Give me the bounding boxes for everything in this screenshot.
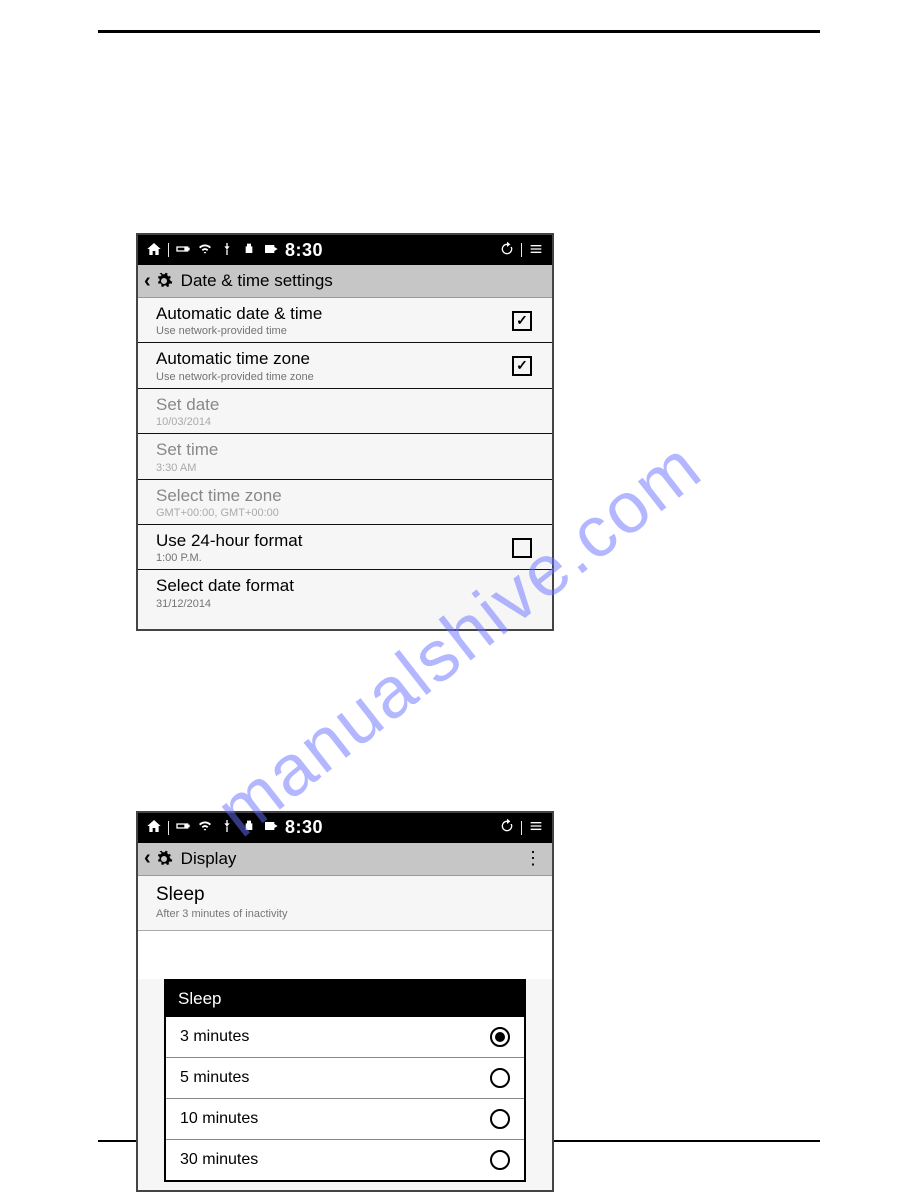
row-title: Set date: [156, 395, 542, 415]
row-title: Automatic time zone: [156, 349, 512, 369]
wifi-icon: [197, 241, 213, 260]
row-set-time[interactable]: Set time 3:30 AM: [138, 434, 552, 479]
refresh-icon: [499, 241, 515, 260]
settings-list: Automatic date & time Use network-provid…: [138, 298, 552, 615]
option-label: 30 minutes: [180, 1151, 490, 1169]
radio-icon[interactable]: [490, 1027, 510, 1047]
home-icon: [146, 241, 162, 260]
refresh-icon: [499, 818, 515, 837]
row-automatic-date-time[interactable]: Automatic date & time Use network-provid…: [138, 298, 552, 343]
radio-icon[interactable]: [490, 1068, 510, 1088]
option-3-minutes[interactable]: 3 minutes: [166, 1017, 524, 1058]
usb-icon: [219, 241, 235, 260]
app-bar-title: Display: [181, 849, 237, 869]
home-icon: [146, 818, 162, 837]
battery-icon: [175, 818, 191, 837]
option-label: 5 minutes: [180, 1069, 490, 1087]
row-subtitle: Use network-provided time zone: [156, 371, 512, 383]
status-clock: 8:30: [285, 817, 323, 838]
menu-icon: [528, 241, 544, 260]
row-select-time-zone[interactable]: Select time zone GMT+00:00, GMT+00:00: [138, 480, 552, 525]
option-5-minutes[interactable]: 5 minutes: [166, 1058, 524, 1099]
row-set-date[interactable]: Set date 10/03/2014: [138, 389, 552, 434]
status-bar: 8:30: [138, 235, 552, 265]
row-subtitle: Use network-provided time: [156, 325, 512, 337]
divider-icon: [168, 821, 169, 835]
back-icon[interactable]: ‹: [144, 847, 151, 870]
row-select-date-format[interactable]: Select date format 31/12/2014: [138, 570, 552, 614]
option-30-minutes[interactable]: 30 minutes: [166, 1140, 524, 1180]
row-automatic-time-zone[interactable]: Automatic time zone Use network-provided…: [138, 343, 552, 388]
top-rule: [98, 30, 820, 33]
screenshot-display-sleep: 8:30 ‹ Display ⋮ Sleep After: [136, 811, 554, 1192]
radio-icon[interactable]: [490, 1109, 510, 1129]
divider-icon: [168, 243, 169, 257]
screenshot-date-time-settings: 8:30 ‹ Date & time settings: [136, 233, 554, 631]
row-title: Automatic date & time: [156, 304, 512, 324]
row-subtitle: 1:00 P.M.: [156, 552, 512, 564]
option-label: 3 minutes: [180, 1028, 490, 1046]
row-use-24-hour[interactable]: Use 24-hour format 1:00 P.M.: [138, 525, 552, 570]
settings-icon: [155, 850, 173, 868]
checkbox-icon[interactable]: [512, 356, 532, 376]
row-title: Use 24-hour format: [156, 531, 512, 551]
divider-icon: [521, 821, 522, 835]
checkbox-icon[interactable]: [512, 538, 532, 558]
row-title: Select time zone: [156, 486, 542, 506]
option-label: 10 minutes: [180, 1110, 490, 1128]
status-clock: 8:30: [285, 240, 323, 261]
notification-tray-icon: [263, 818, 279, 837]
row-sleep[interactable]: Sleep After 3 minutes of inactivity: [138, 876, 552, 931]
divider-icon: [521, 243, 522, 257]
row-title: Set time: [156, 440, 542, 460]
row-title: Sleep: [156, 884, 534, 906]
settings-icon: [155, 272, 173, 290]
usb-icon: [219, 818, 235, 837]
row-subtitle: 3:30 AM: [156, 462, 542, 474]
dialog-title: Sleep: [166, 981, 524, 1017]
row-subtitle: 31/12/2014: [156, 598, 542, 610]
app-bar: ‹ Display ⋮: [138, 843, 552, 876]
app-bar-title: Date & time settings: [181, 271, 333, 291]
debug-icon: [241, 241, 257, 260]
notification-tray-icon: [263, 241, 279, 260]
status-bar: 8:30: [138, 813, 552, 843]
sleep-dialog: Sleep 3 minutes 5 minutes 10 minutes 30 …: [164, 979, 526, 1182]
option-10-minutes[interactable]: 10 minutes: [166, 1099, 524, 1140]
battery-icon: [175, 241, 191, 260]
overflow-icon[interactable]: ⋮: [520, 848, 546, 869]
app-bar: ‹ Date & time settings: [138, 265, 552, 298]
checkbox-icon[interactable]: [512, 311, 532, 331]
wifi-icon: [197, 818, 213, 837]
back-icon[interactable]: ‹: [144, 270, 151, 293]
radio-icon[interactable]: [490, 1150, 510, 1170]
debug-icon: [241, 818, 257, 837]
row-subtitle: After 3 minutes of inactivity: [156, 908, 534, 920]
row-title: Select date format: [156, 576, 542, 596]
row-subtitle: 10/03/2014: [156, 416, 542, 428]
menu-icon: [528, 818, 544, 837]
row-subtitle: GMT+00:00, GMT+00:00: [156, 507, 542, 519]
